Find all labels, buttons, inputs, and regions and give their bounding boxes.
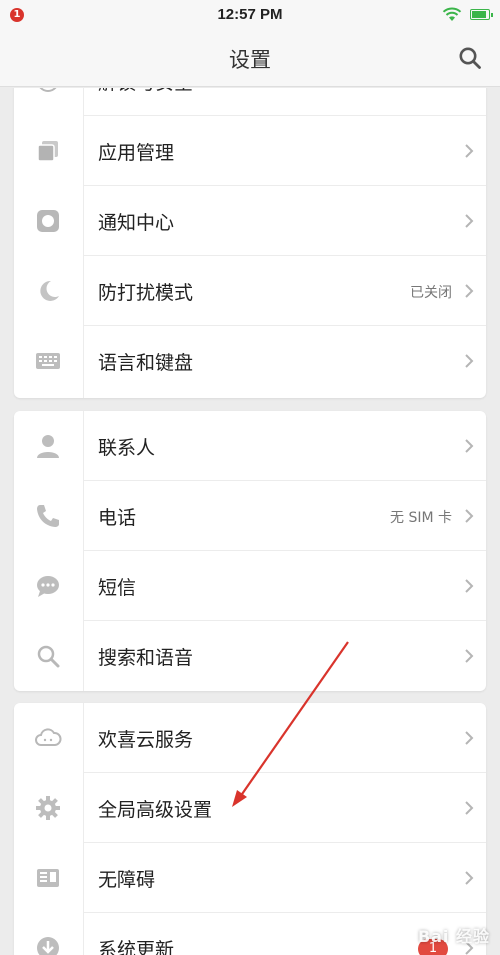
chevron-right-icon (465, 214, 474, 228)
settings-item-label: 联系人 (98, 437, 156, 459)
settings-item[interactable]: 电话 无 SIM 卡 (14, 481, 486, 551)
notification-icon (37, 210, 59, 232)
settings-item[interactable]: 欢喜云服务 (14, 703, 486, 773)
watermark: Bai 经验 (417, 927, 490, 946)
chevron-right-icon (464, 88, 474, 89)
settings-group-3: 欢喜云服务全局高级设置 无障碍系统更新 1 (14, 703, 486, 955)
status-bar: 1 12:57 PM (0, 0, 500, 30)
settings-item[interactable]: 无障碍 (14, 843, 486, 913)
settings-item[interactable]: 短信 (14, 551, 486, 621)
settings-item[interactable]: 通知中心 (14, 186, 486, 256)
settings-item[interactable]: 语言和键盘 (14, 326, 486, 396)
chevron-right-icon (465, 649, 474, 663)
fingerprint-icon (39, 88, 57, 92)
settings-group-2: 联系人电话 无 SIM 卡短信搜索和语音 (14, 411, 486, 691)
header: 设置 (0, 30, 500, 87)
settings-item-label: 电话 (98, 507, 137, 529)
chevron-right-icon (465, 731, 474, 745)
search-icon[interactable] (458, 46, 482, 70)
settings-item[interactable]: 搜索和语音 (14, 621, 486, 691)
settings-item-label: 通知中心 (98, 212, 175, 234)
settings-item-label: 防打扰模式 (98, 282, 194, 304)
chevron-right-icon (465, 509, 474, 523)
settings-item[interactable]: 全局高级设置 (14, 773, 486, 843)
chevron-right-icon (465, 439, 474, 453)
keyboard-icon (36, 353, 60, 369)
settings-item[interactable]: 解锁与安全 (14, 88, 486, 116)
moon-icon (40, 280, 59, 301)
settings-item-label: 无障碍 (98, 869, 156, 891)
settings-group-1: 解锁与安全应用管理通知中心防打扰模式 已关闭语言和键盘 (14, 88, 486, 398)
settings-item-label: 搜索和语音 (98, 647, 194, 669)
settings-item-label: 短信 (98, 577, 137, 599)
chevron-right-icon (465, 144, 474, 158)
search-icon (37, 645, 60, 668)
cloud-icon (35, 728, 62, 746)
settings-item-label: 欢喜云服务 (98, 729, 194, 751)
chevron-right-icon (465, 579, 474, 593)
settings-item[interactable]: 防打扰模式 已关闭 (14, 256, 486, 326)
settings-item-label: 应用管理 (98, 142, 175, 164)
app-manage-icon (37, 141, 58, 162)
wifi-icon (442, 7, 462, 21)
battery-icon (470, 9, 493, 20)
chevron-right-icon (465, 284, 474, 298)
chevron-right-icon (465, 871, 474, 885)
chevron-right-icon (465, 801, 474, 815)
settings-item-label: 语言和键盘 (98, 352, 194, 374)
settings-list[interactable]: 解锁与安全应用管理通知中心防打扰模式 已关闭语言和键盘 联系人电话 无 SIM 卡短… (0, 88, 500, 955)
settings-item-label: 全局高级设置 (98, 799, 213, 821)
settings-item-value: 无 SIM 卡 (390, 510, 452, 526)
download-icon (37, 937, 59, 955)
settings-item[interactable]: 联系人 (14, 411, 486, 481)
settings-item[interactable]: 应用管理 (14, 116, 486, 186)
phone-icon (37, 505, 59, 527)
settings-item-label: 系统更新 (98, 939, 175, 955)
accessibility-icon (37, 869, 59, 887)
settings-item-label: 解锁与安全 (98, 88, 193, 95)
contact-icon (37, 435, 59, 458)
settings-item[interactable]: 系统更新 1 (14, 913, 486, 955)
page-title: 设置 (229, 48, 271, 72)
message-icon (37, 576, 59, 597)
gear-icon (36, 796, 60, 820)
status-time: 12:57 PM (217, 6, 283, 23)
chevron-right-icon (465, 354, 474, 368)
settings-item-value: 已关闭 (410, 285, 452, 301)
